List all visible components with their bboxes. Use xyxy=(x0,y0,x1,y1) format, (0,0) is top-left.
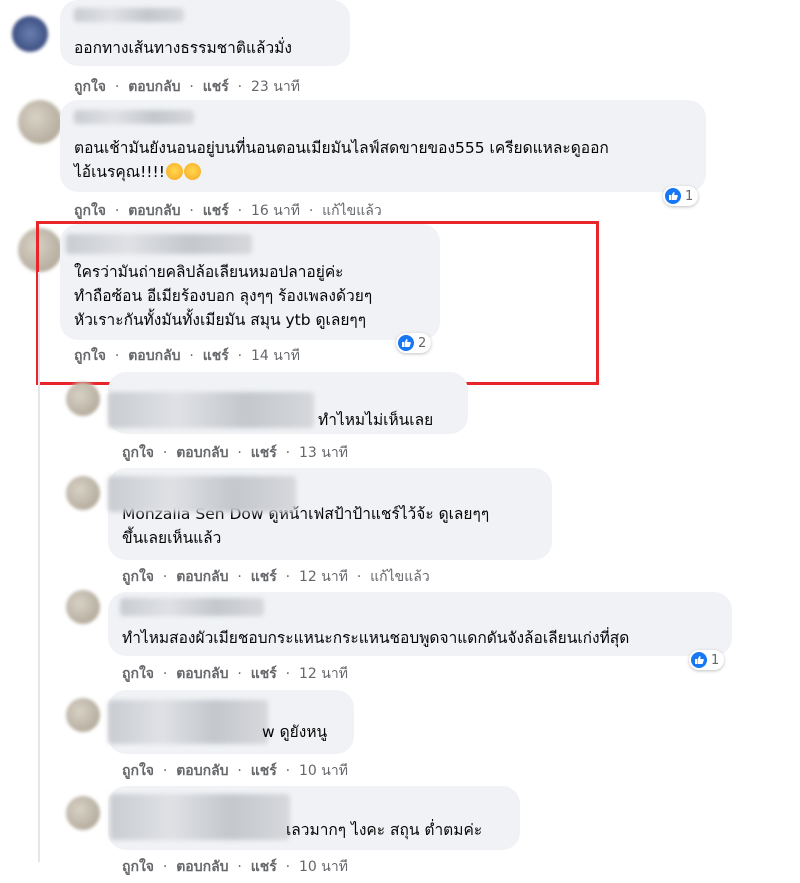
comment-actions: ถูกใจ · ตอบกลับ · แชร์ · 23 นาที xyxy=(74,76,300,98)
separator: · xyxy=(162,569,168,585)
separator: · xyxy=(237,666,242,682)
separator: · xyxy=(162,666,168,682)
separator: · xyxy=(285,763,291,779)
separator: · xyxy=(114,79,120,95)
like-link[interactable]: ถูกใจ xyxy=(122,445,154,461)
separator: · xyxy=(285,445,291,461)
comment-line: ตอนเช้ามันยังนอนอยู่บนที่นอนตอนเมียมันไล… xyxy=(74,139,609,157)
separator: · xyxy=(237,79,243,95)
commenter-name[interactable] xyxy=(120,598,264,616)
separator: · xyxy=(285,859,291,875)
like-link[interactable]: ถูกใจ xyxy=(122,569,154,585)
share-link[interactable]: แชร์ xyxy=(251,859,277,875)
timestamp[interactable]: 16 นาที xyxy=(251,203,300,219)
timestamp[interactable]: 10 นาที xyxy=(299,859,348,875)
separator: · xyxy=(237,569,242,585)
thumbs-up-icon xyxy=(691,652,707,668)
separator: · xyxy=(237,203,243,219)
timestamp[interactable]: 13 นาที xyxy=(299,445,348,461)
highlight-box xyxy=(36,221,599,385)
timestamp[interactable]: 23 นาที xyxy=(251,79,300,95)
commenter-name[interactable] xyxy=(110,794,290,840)
commenter-name[interactable] xyxy=(74,110,194,124)
comment-actions: ถูกใจ · ตอบกลับ · แชร์ · 10 นาที xyxy=(122,760,348,782)
comment-actions: ถูกใจ · ตอบกลับ · แชร์ · 10 นาที xyxy=(122,856,348,878)
reaction-number: 1 xyxy=(711,652,720,668)
comment-text: เลวมากๆ ไงคะ สถุน ต่ำตมค่ะ xyxy=(286,821,483,839)
reaction-count[interactable]: 1 xyxy=(663,186,699,206)
reaction-count[interactable]: 1 xyxy=(689,650,725,670)
timestamp[interactable]: 12 นาที xyxy=(299,569,348,585)
laughing-emoji-icon xyxy=(165,163,183,180)
avatar[interactable] xyxy=(66,590,100,624)
reply-link[interactable]: ตอบกลับ xyxy=(128,203,180,219)
commenter-name[interactable] xyxy=(108,392,314,428)
reply-link[interactable]: ตอบกลับ xyxy=(128,79,180,95)
separator: · xyxy=(162,763,168,779)
reply-link[interactable]: ตอบกลับ xyxy=(176,763,228,779)
share-link[interactable]: แชร์ xyxy=(251,763,277,779)
avatar[interactable] xyxy=(66,382,100,416)
avatar[interactable] xyxy=(18,100,62,144)
commenter-name[interactable] xyxy=(108,476,296,512)
avatar[interactable] xyxy=(66,476,100,510)
comment-line: ขึ้นเลยเห็นแล้ว xyxy=(122,529,222,547)
separator: · xyxy=(162,445,168,461)
commenter-name[interactable] xyxy=(74,8,184,22)
share-link[interactable]: แชร์ xyxy=(251,569,277,585)
comment-text: ตอนเช้ามันยังนอนอยู่บนที่นอนตอนเมียมันไล… xyxy=(74,136,609,184)
separator: · xyxy=(285,666,291,682)
comment-text: ทำไหมสองผัวเมียชอบกระแหนะกระแหนชอบพูดจาแ… xyxy=(122,629,630,647)
separator: · xyxy=(285,569,291,585)
share-link[interactable]: แชร์ xyxy=(203,79,229,95)
separator: · xyxy=(237,763,242,779)
timestamp[interactable]: 12 นาที xyxy=(299,666,348,682)
like-link[interactable]: ถูกใจ xyxy=(74,79,106,95)
edited-label[interactable]: แก้ไขแล้ว xyxy=(370,569,430,585)
share-link[interactable]: แชร์ xyxy=(251,445,277,461)
like-link[interactable]: ถูกใจ xyxy=(122,859,154,875)
comment-text: ทำไหมไม่เห็นเลย xyxy=(318,411,434,429)
comment-line: ไอ้เนรคุณ!!!! xyxy=(74,160,609,184)
avatar[interactable] xyxy=(12,16,48,52)
separator: · xyxy=(356,569,362,585)
reply-link[interactable]: ตอบกลับ xyxy=(176,859,228,875)
avatar[interactable] xyxy=(66,796,100,830)
separator: · xyxy=(189,79,194,95)
laughing-emoji-icon xyxy=(183,163,201,180)
separator: · xyxy=(189,203,194,219)
comment-actions: ถูกใจ · ตอบกลับ · แชร์ · 12 นาที xyxy=(122,663,348,685)
comment-actions: ถูกใจ · ตอบกลับ · แชร์ · 12 นาที · แก้ไข… xyxy=(122,566,430,588)
comment-text: ออกทางเส้นทางธรรมชาติแล้วมั่ง xyxy=(74,39,292,57)
timestamp[interactable]: 10 นาที xyxy=(299,763,348,779)
separator: · xyxy=(237,859,242,875)
commenter-name[interactable] xyxy=(108,700,268,744)
avatar[interactable] xyxy=(66,698,100,732)
separator: · xyxy=(114,203,120,219)
comment-actions: ถูกใจ · ตอบกลับ · แชร์ · 13 นาที xyxy=(122,442,348,464)
share-link[interactable]: แชร์ xyxy=(251,666,277,682)
thumbs-up-icon xyxy=(665,188,681,204)
comment-line-text: ไอ้เนรคุณ!!!! xyxy=(74,163,165,181)
reply-thread-line xyxy=(38,272,40,862)
reply-link[interactable]: ตอบกลับ xyxy=(176,666,228,682)
share-link[interactable]: แชร์ xyxy=(203,203,229,219)
like-link[interactable]: ถูกใจ xyxy=(122,763,154,779)
separator: · xyxy=(237,445,242,461)
reply-link[interactable]: ตอบกลับ xyxy=(176,569,228,585)
like-link[interactable]: ถูกใจ xyxy=(122,666,154,682)
separator: · xyxy=(162,859,168,875)
reply-link[interactable]: ตอบกลับ xyxy=(176,445,228,461)
separator: · xyxy=(308,203,314,219)
edited-label[interactable]: แก้ไขแล้ว xyxy=(322,203,382,219)
reaction-number: 1 xyxy=(685,188,694,204)
like-link[interactable]: ถูกใจ xyxy=(74,203,106,219)
comment-text: w ดูยังหนู xyxy=(262,723,328,741)
comment-actions: ถูกใจ · ตอบกลับ · แชร์ · 16 นาที · แก้ไข… xyxy=(74,200,382,222)
